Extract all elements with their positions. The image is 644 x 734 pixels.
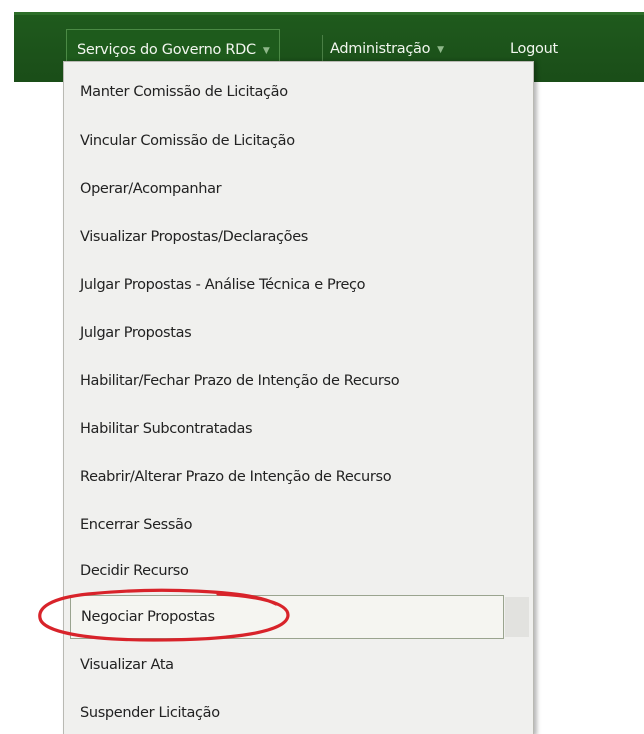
menu-item-negociar-propostas[interactable]: Negociar Propostas xyxy=(70,595,529,639)
menu-item-decidir-recurso[interactable]: Decidir Recurso xyxy=(64,547,533,595)
menu-item-julgar-propostas[interactable]: Julgar Propostas xyxy=(64,309,533,357)
menu-item-habilitar-fechar-prazo[interactable]: Habilitar/Fechar Prazo de Intenção de Re… xyxy=(64,357,533,405)
nav-item-label: Serviços do Governo RDC xyxy=(77,42,256,58)
menu-item-julgar-analise-tecnica[interactable]: Julgar Propostas - Análise Técnica e Pre… xyxy=(64,261,533,309)
screenshot-page: Serviços do Governo RDC ▼ Administração … xyxy=(0,0,644,734)
menu-item-operar-acompanhar[interactable]: Operar/Acompanhar xyxy=(64,165,533,213)
menu-item-reabrir-alterar-prazo[interactable]: Reabrir/Alterar Prazo de Intenção de Rec… xyxy=(64,453,533,501)
menu-item-visualizar-propostas-declaracoes[interactable]: Visualizar Propostas/Declarações xyxy=(64,213,533,261)
chevron-down-icon: ▼ xyxy=(262,46,270,56)
nav-item-label: Administração xyxy=(330,41,431,57)
nav-divider xyxy=(322,35,323,63)
menu-item-habilitar-subcontratadas[interactable]: Habilitar Subcontratadas xyxy=(64,405,533,453)
menu-item-visualizar-ata[interactable]: Visualizar Ata xyxy=(64,641,533,689)
nav-item-label: Logout xyxy=(510,41,558,57)
chevron-down-icon: ▼ xyxy=(437,45,444,55)
services-dropdown-menu: Manter Comissão de Licitação Vincular Co… xyxy=(63,61,534,734)
menu-item-manter-comissao[interactable]: Manter Comissão de Licitação xyxy=(64,68,533,116)
menu-item-suspender-licitacao[interactable]: Suspender Licitação xyxy=(64,689,533,734)
menu-item-encerrar-sessao[interactable]: Encerrar Sessão xyxy=(64,501,533,549)
menu-item-vincular-comissao[interactable]: Vincular Comissão de Licitação xyxy=(64,117,533,165)
